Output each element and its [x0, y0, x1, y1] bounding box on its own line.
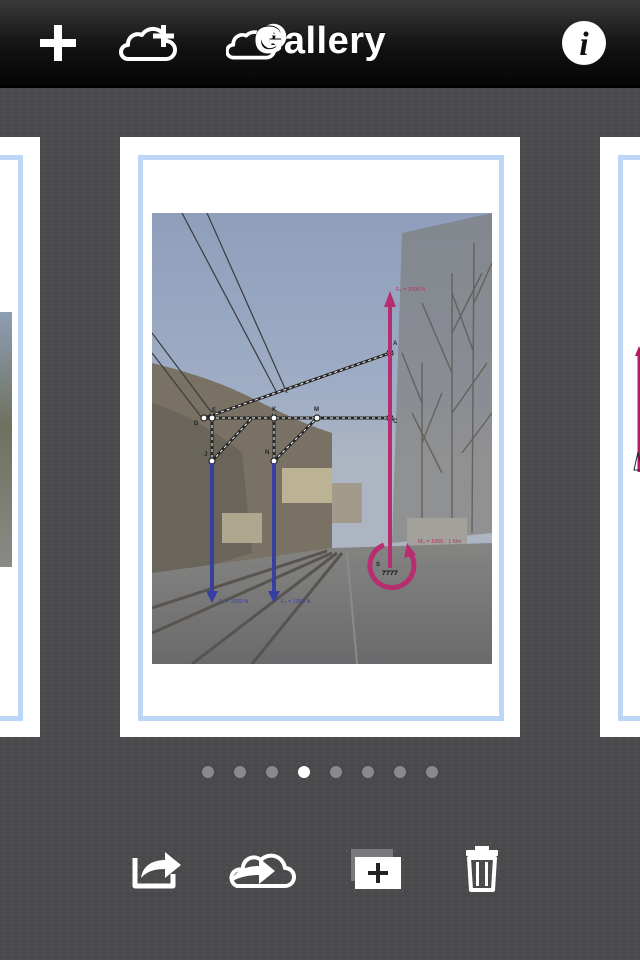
page-dot[interactable] — [266, 766, 278, 778]
page-title: Gallery — [253, 20, 387, 62]
cloud-add-button[interactable] — [118, 12, 182, 74]
add-button[interactable] — [26, 12, 90, 74]
info-icon: i — [562, 21, 606, 65]
page-dot[interactable] — [330, 766, 342, 778]
page-control[interactable] — [200, 766, 440, 780]
navigation-bar: i Gallery i — [0, 0, 640, 88]
next-photo-thumbnail — [633, 346, 640, 472]
share-button[interactable] — [124, 838, 188, 898]
page-dot[interactable] — [394, 766, 406, 778]
page-dot-active[interactable] — [298, 766, 310, 778]
page-dot[interactable] — [202, 766, 214, 778]
cloud-upload-icon — [229, 853, 296, 888]
next-photo-card[interactable] — [600, 137, 640, 737]
previous-photo-card[interactable] — [0, 137, 40, 737]
share-icon — [132, 852, 181, 889]
page-dot[interactable] — [234, 766, 246, 778]
svg-text:i: i — [579, 26, 589, 63]
cloud-plus-icon — [119, 25, 177, 61]
page-dot[interactable] — [362, 766, 374, 778]
add-to-album-button[interactable] — [346, 838, 406, 898]
previous-photo-thumbnail — [0, 312, 12, 567]
page-dot[interactable] — [426, 766, 438, 778]
cloud-upload-button[interactable] — [226, 838, 302, 898]
add-to-album-icon — [351, 849, 401, 889]
plus-icon — [40, 25, 76, 61]
photo-image[interactable]: A C D E K M J N S F₁ = 1000 N F₂ = 1000 … — [152, 213, 492, 664]
info-button[interactable]: i — [552, 12, 616, 74]
annotated-photo: A C D E K M J N S F₁ = 1000 N F₂ = 1000 … — [152, 213, 492, 664]
delete-button[interactable] — [456, 838, 508, 898]
trash-icon — [466, 846, 498, 892]
